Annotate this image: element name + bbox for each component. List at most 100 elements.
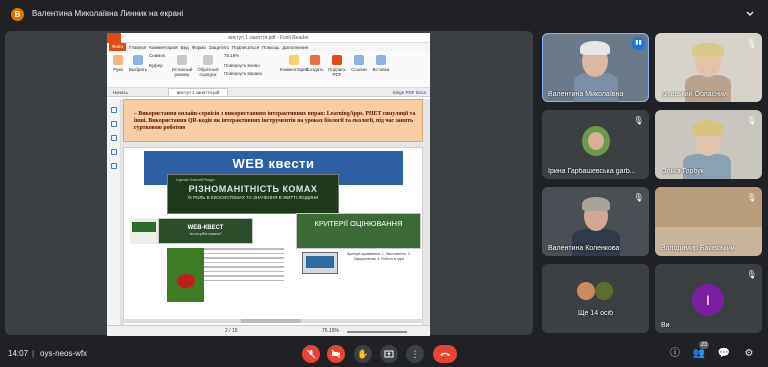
ribbon-tab-view: Вид: [180, 44, 189, 50]
leaf-image: [130, 218, 158, 244]
participant-tile[interactable]: 🎙 Ірина Гарбашевська garb...: [542, 110, 649, 179]
participant-tile-self[interactable]: I 🎙 Ви: [655, 264, 762, 333]
ribbon-tab-addons: Дополнения: [282, 44, 309, 50]
web-quest-subtitle: Чи потрібні комахи?: [189, 232, 222, 236]
esign-label: eSign PDF Docs: [392, 89, 426, 95]
tool-links: Ссылки: [348, 55, 370, 72]
tool-select: Выбрать: [127, 55, 149, 72]
criteria-text: Критерії оцінювання: 1. Змістовність; 2.…: [347, 252, 411, 261]
ribbon-tab-protect: Защитить: [208, 44, 230, 50]
document-window-title: виступ 1 заняття.pdf - Foxit Reader: [228, 35, 309, 41]
more-participants-label: Ще 14 осіб: [577, 310, 614, 317]
page-top-paragraph: – Використання онлайн-сервісів з викорис…: [134, 111, 416, 131]
participant-name: Ольга Горбук: [661, 168, 704, 175]
more-vert-icon: ⋮: [410, 348, 420, 359]
shared-document: виступ 1 заняття.pdf - Foxit Reader Файл…: [107, 33, 430, 336]
laptop-image: [302, 252, 338, 274]
insect-slide-subtitle: ЇХ РОЛЬ В ЕКОСИСТЕМАХ ТА ЗНАЧЕННЯ В ЖИТТ…: [187, 195, 319, 200]
pages-icon: [110, 121, 117, 127]
ribbon-tab-home: Главная: [129, 44, 147, 50]
tool-clipboard: Буфер: [149, 63, 163, 68]
hang-up-icon: [440, 352, 450, 356]
tool-insert: Вставка: [370, 55, 392, 72]
ribbon-tab-form: Форма: [191, 44, 206, 50]
participant-tile-more[interactable]: Ще 14 осіб: [542, 264, 649, 333]
tool-reverse-order: Обратный порядок: [197, 55, 219, 77]
presenter-avatar: В: [11, 8, 24, 21]
participant-name: Ви: [661, 322, 670, 329]
mic-off-icon: 🎙: [633, 193, 644, 202]
document-tabs: Начать виступ 1 заняття.pdf eSign PDF Do…: [107, 87, 430, 97]
participant-tile[interactable]: 🎙 Валентина Коленкова: [542, 187, 649, 256]
web-quest-slide: WEB-КВЕСТ Чи потрібні комахи?: [158, 218, 253, 244]
more-options-button[interactable]: ⋮: [406, 345, 424, 363]
ribbon-tab-file: Файл: [109, 43, 127, 51]
ribbon-tab-comment: Комментарий: [149, 44, 178, 50]
mic-toggle-button[interactable]: [302, 345, 320, 363]
raise-hand-button[interactable]: ✋: [354, 345, 372, 363]
criteria-slide: КРИТЕРІЇ ОЦІНЮВАННЯ: [296, 213, 421, 249]
mic-off-icon: 🎙: [746, 116, 757, 125]
criteria-title: КРИТЕРІЇ ОЦІНЮВАННЯ: [314, 219, 403, 228]
meeting-code: oys-neos-wfx: [40, 349, 88, 358]
signature-icon: [110, 163, 117, 169]
page-top-section: – Використання онлайн-сервісів з викорис…: [123, 99, 423, 142]
participant-tile[interactable]: ▮▮ Валентина Миколаївна: [542, 33, 649, 102]
separator: |: [32, 349, 35, 358]
document-left-rail: [107, 99, 121, 336]
mic-off-icon: 🎙: [746, 39, 757, 48]
zoom-slider: [347, 331, 407, 333]
self-avatar: I: [692, 284, 724, 316]
participant-name: Валентина Коленкова: [548, 245, 620, 252]
collapse-arrow-icon[interactable]: [744, 8, 756, 20]
participant-name: Ірина Гарбашевська garb...: [548, 168, 636, 175]
info-icon[interactable]: ⓘ: [668, 347, 682, 361]
ribbon-toolbar: Руки Выбрать Снимок Буфер Истинный разме…: [107, 51, 430, 88]
present-screen-icon: [384, 350, 394, 358]
presenter-label: Валентина Миколаївна Линник на екрані: [32, 9, 184, 18]
mic-off-icon: 🎙: [633, 116, 644, 125]
leave-call-button[interactable]: [433, 345, 457, 363]
participant-name: Володимир Баківський: [661, 245, 735, 252]
doc-tab-start: Начать: [113, 89, 128, 95]
tool-rotate-right: Повернуть вправо: [224, 71, 263, 76]
tool-sign: Подпись PDF: [326, 55, 348, 77]
top-bar: В Валентина Миколаївна Линник на екрані: [0, 0, 768, 28]
people-icon[interactable]: 👥: [692, 347, 706, 361]
zoom-box: 75.19%: [224, 53, 240, 58]
participant-name: Київський Обласний: [661, 91, 727, 98]
participant-tile[interactable]: 🎙 Ольга Горбук: [655, 110, 762, 179]
clock: 14:07: [8, 349, 29, 358]
speaking-indicator-icon: ▮▮: [632, 37, 645, 50]
tool-rotate-left: Повернуть влево: [224, 63, 260, 68]
tool-actual-size: Истинный размер: [171, 55, 193, 77]
mic-off-icon: 🎙: [746, 193, 757, 202]
document-body: – Використання онлайн-сервісів з викорис…: [107, 99, 430, 336]
mic-off-icon: 🎙: [746, 270, 757, 279]
layers-icon: [110, 149, 117, 155]
document-titlebar: виступ 1 заняття.pdf - Foxit Reader: [107, 33, 430, 43]
participant-tile[interactable]: 🎙 Київський Обласний: [655, 33, 762, 102]
insect-slide-header: Єдиний Освітній Ресурс: [176, 178, 215, 182]
participant-tile[interactable]: 🎙 Володимир Баківський: [655, 187, 762, 256]
slide-text-lines: [204, 248, 284, 284]
app-logo-icon: [107, 33, 121, 43]
activities-icon[interactable]: ⚙: [742, 347, 756, 361]
page-indicator: 2 / 15: [225, 328, 238, 334]
camera-toggle-button[interactable]: [327, 345, 345, 363]
participant-name: Валентина Миколаївна: [548, 91, 624, 98]
ribbon-tabs: Файл Главная Комментарий Вид Форма Защит…: [107, 43, 430, 51]
tool-snapshot: Снимок: [149, 53, 165, 58]
present-button[interactable]: [380, 345, 398, 363]
avatar: [577, 282, 595, 300]
insect-diversity-slide: Єдиний Освітній Ресурс РІЗНОМАНІТНІСТЬ К…: [167, 174, 339, 214]
bookmark-icon: [110, 107, 117, 113]
hand-icon: ✋: [357, 348, 369, 359]
ladybug-image: [167, 248, 204, 302]
insect-slide-title: РІЗНОМАНІТНІСТЬ КОМАХ: [188, 184, 318, 194]
ribbon-tab-help: Помощь: [262, 44, 280, 50]
avatar: [595, 282, 613, 300]
chat-icon[interactable]: 💬: [717, 347, 731, 361]
mic-off-icon: [306, 349, 316, 359]
document-scrollbar: [121, 319, 423, 323]
